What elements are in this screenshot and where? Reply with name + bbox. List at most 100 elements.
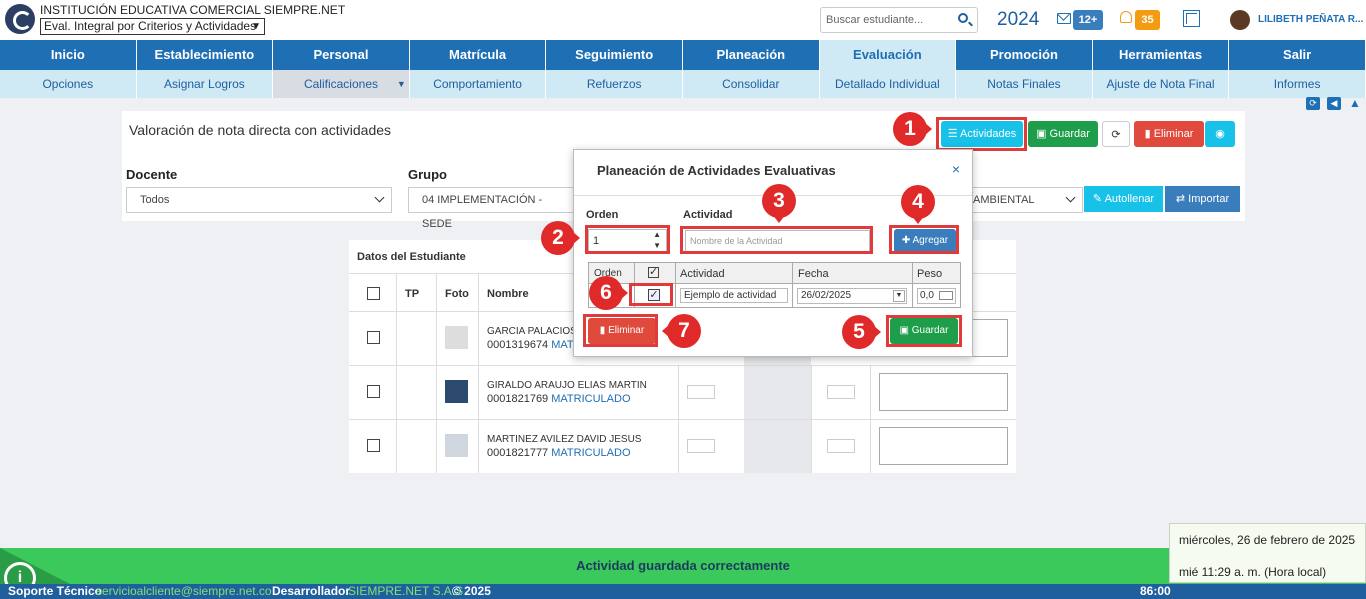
callout-highlight-orden bbox=[585, 225, 670, 254]
success-message-bar: i Actividad guardada correctamente bbox=[0, 548, 1366, 594]
module-select[interactable]: Eval. Integral por Criterios y Actividad… bbox=[40, 18, 265, 35]
student-search-input[interactable]: Buscar estudiante... bbox=[820, 7, 978, 33]
delete-button[interactable]: ▮ Eliminar bbox=[1134, 121, 1204, 147]
nav-planeacion[interactable]: Planeación bbox=[682, 40, 820, 70]
school-year[interactable]: 2024 bbox=[997, 9, 1039, 31]
subnav-refuerzos[interactable]: Refuerzos bbox=[546, 70, 683, 98]
footer-company[interactable]: SIEMPRE.NET S.A.S bbox=[348, 584, 463, 599]
institution-logo[interactable] bbox=[5, 4, 35, 34]
row-peso-value: 0,0 bbox=[920, 290, 934, 301]
callout-3: 3 bbox=[762, 184, 796, 223]
callout-highlight-guardar bbox=[886, 315, 962, 347]
footer-dev: Desarrollador bbox=[272, 584, 351, 598]
grade-input[interactable] bbox=[687, 439, 715, 453]
row-checkbox[interactable] bbox=[367, 331, 380, 344]
delete-button-label: Eliminar bbox=[1153, 128, 1194, 140]
spinner-icon[interactable] bbox=[939, 291, 953, 300]
modal-title: Planeación de Actividades Evaluativas bbox=[597, 163, 836, 178]
observation-textarea[interactable] bbox=[879, 373, 1008, 411]
chevron-down-icon bbox=[1065, 192, 1076, 203]
table-title: Datos del Estudiante bbox=[357, 251, 466, 263]
col-tp: TP bbox=[405, 288, 420, 300]
callout-1: 1 bbox=[893, 112, 932, 146]
importar-button[interactable]: ⇄ Importar bbox=[1165, 186, 1240, 212]
student-code-value: 0001319674 bbox=[487, 339, 549, 351]
arrow-up-icon[interactable]: ▲ bbox=[1348, 97, 1362, 110]
subnav-comportamiento[interactable]: Comportamiento bbox=[410, 70, 547, 98]
subnav-opciones[interactable]: Opciones bbox=[0, 70, 137, 98]
mail-icon[interactable] bbox=[1057, 13, 1071, 24]
observation-textarea[interactable] bbox=[879, 427, 1008, 465]
student-status: MATRICULADO bbox=[551, 393, 631, 405]
subnav-notas-finales[interactable]: Notas Finales bbox=[956, 70, 1093, 98]
avatar[interactable] bbox=[1230, 10, 1250, 30]
nav-matricula[interactable]: Matrícula bbox=[409, 40, 547, 70]
grid-select-all-checkbox[interactable]: ✓ bbox=[648, 267, 659, 278]
row-fecha-value: 26/02/2025 bbox=[801, 290, 852, 301]
grid-col-peso: Peso bbox=[917, 268, 943, 280]
col-foto: Foto bbox=[445, 288, 469, 300]
refresh-icon[interactable]: ⟳ bbox=[1306, 97, 1320, 110]
grade-input[interactable] bbox=[827, 385, 855, 399]
row-actividad-input[interactable]: Ejemplo de actividad bbox=[680, 288, 788, 303]
nav-establecimiento[interactable]: Establecimiento bbox=[136, 40, 274, 70]
nav-seguimiento[interactable]: Seguimiento bbox=[546, 40, 683, 70]
col-nombre: Nombre bbox=[487, 288, 529, 300]
grupo-select[interactable]: 04 IMPLEMENTACIÓN - SEDE bbox=[408, 187, 574, 230]
notification-badge[interactable]: 35 bbox=[1135, 10, 1160, 30]
student-name: MARTINEZ AVILEZ DAVID JESUS bbox=[487, 434, 642, 445]
save-button[interactable]: ▣ Guardar bbox=[1028, 121, 1098, 147]
nav-salir[interactable]: Salir bbox=[1229, 40, 1366, 70]
module-select-value: Eval. Integral por Criterios y Actividad… bbox=[44, 19, 257, 33]
docente-label: Docente bbox=[126, 167, 178, 182]
nav-evaluacion[interactable]: Evaluación bbox=[819, 40, 957, 70]
help-icon[interactable]: ◉ bbox=[1205, 121, 1235, 147]
institution-name: INSTITUCIÓN EDUCATIVA COMERCIAL SIEMPRE.… bbox=[40, 3, 346, 17]
docente-select[interactable]: Todos bbox=[126, 187, 392, 213]
student-code: 0001821769 MATRICULADO bbox=[487, 393, 631, 405]
student-photo bbox=[445, 434, 468, 457]
callout-highlight-actividad bbox=[680, 226, 873, 254]
row-checkbox[interactable] bbox=[367, 439, 380, 452]
callout-highlight-eliminar bbox=[583, 314, 658, 347]
search-icon[interactable] bbox=[958, 13, 968, 23]
autollenar-button[interactable]: ✎ Autollenar bbox=[1084, 186, 1163, 212]
student-code: 0001821777 MATRICULADO bbox=[487, 447, 631, 459]
callout-highlight-checkbox bbox=[629, 283, 673, 306]
callout-5: 5 bbox=[842, 315, 881, 349]
mail-badge[interactable]: 12+ bbox=[1073, 10, 1103, 30]
student-status: MATRICULADO bbox=[551, 447, 631, 459]
subnav-ajuste-nota-final[interactable]: Ajuste de Nota Final bbox=[1093, 70, 1230, 98]
student-code-value: 0001821777 bbox=[487, 447, 549, 459]
subnav-asignar-logros[interactable]: Asignar Logros bbox=[137, 70, 274, 98]
nav-personal[interactable]: Personal bbox=[273, 40, 410, 70]
footer-email[interactable]: servicioalcliente@siempre.net.co bbox=[96, 584, 272, 599]
back-icon[interactable]: ◀ bbox=[1327, 97, 1341, 110]
refresh-button[interactable]: ⟳ bbox=[1102, 121, 1130, 147]
callout-6: 6 bbox=[589, 276, 628, 310]
orden-label: Orden bbox=[586, 209, 619, 221]
nav-inicio[interactable]: Inicio bbox=[0, 40, 137, 70]
cube-icon[interactable] bbox=[1183, 10, 1200, 27]
docente-value: Todos bbox=[140, 194, 170, 206]
nav-herramientas[interactable]: Herramientas bbox=[1092, 40, 1230, 70]
select-all-checkbox[interactable] bbox=[367, 287, 380, 300]
top-bar: INSTITUCIÓN EDUCATIVA COMERCIAL SIEMPRE.… bbox=[0, 0, 1366, 40]
grade-input[interactable] bbox=[827, 439, 855, 453]
row-peso-input[interactable]: 0,0 bbox=[917, 288, 956, 304]
subnav-calificaciones[interactable]: Calificaciones ▼ bbox=[273, 70, 410, 98]
area-select[interactable]: AMBIENTAL bbox=[973, 187, 1083, 213]
nav-promocion[interactable]: Promoción bbox=[956, 40, 1093, 70]
subnav-informes[interactable]: Informes bbox=[1229, 70, 1366, 98]
callout-7: 7 bbox=[662, 314, 701, 348]
row-fecha-select[interactable]: 26/02/2025 ▼ bbox=[797, 288, 907, 304]
subnav-consolidar[interactable]: Consolidar bbox=[683, 70, 820, 98]
grade-input[interactable] bbox=[687, 385, 715, 399]
student-name: GARCIA PALACIOS bbox=[487, 326, 577, 337]
bell-icon[interactable] bbox=[1120, 11, 1132, 23]
row-checkbox[interactable] bbox=[367, 385, 380, 398]
footer: Soporte Técnico servicioalcliente@siempr… bbox=[0, 584, 1366, 599]
close-icon[interactable]: × bbox=[952, 161, 960, 177]
user-name[interactable]: LILIBETH PEÑATA R... bbox=[1258, 14, 1363, 25]
subnav-detallado-individual[interactable]: Detallado Individual bbox=[820, 70, 957, 98]
